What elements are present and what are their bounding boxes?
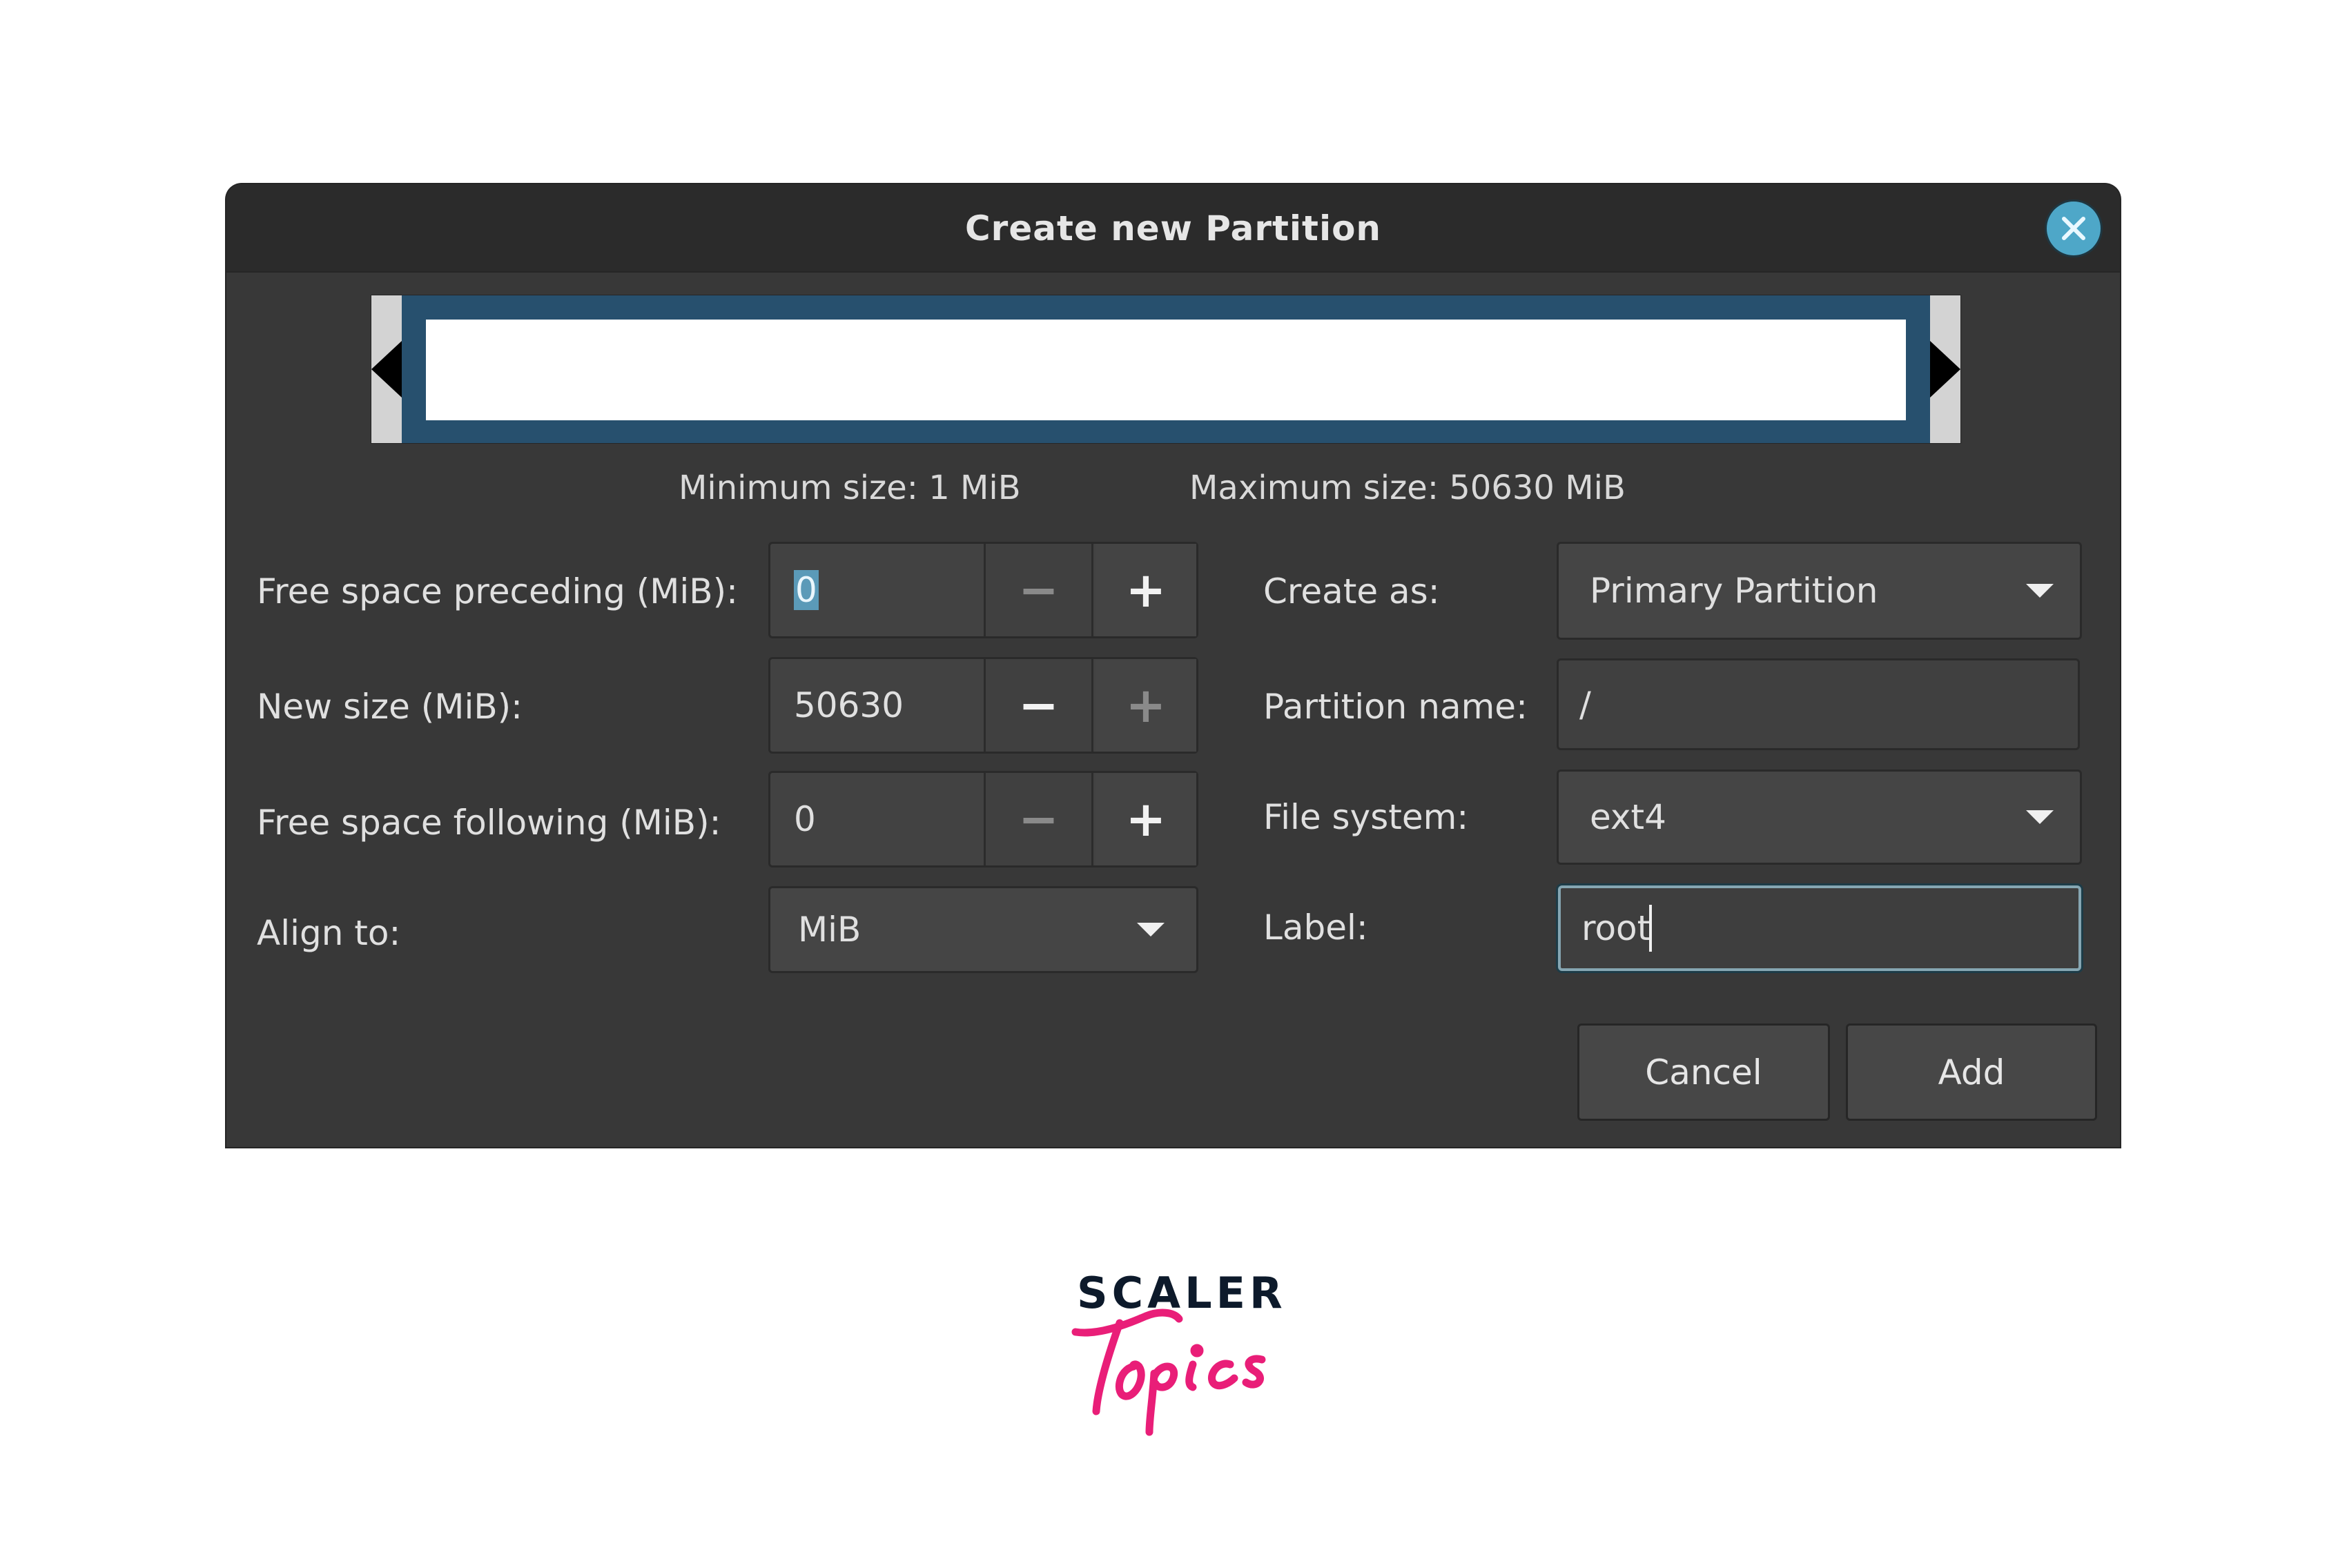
minimum-size-text: Minimum size: 1 MiB bbox=[679, 469, 1021, 507]
chevron-down-icon bbox=[2026, 584, 2054, 598]
new-size-increment-button[interactable]: + bbox=[1095, 659, 1196, 752]
logo-stroke-c bbox=[1208, 1360, 1238, 1390]
logo-stroke-p-bowl bbox=[1150, 1362, 1178, 1391]
topics-logo-script bbox=[1071, 1309, 1266, 1436]
close-button[interactable] bbox=[2047, 202, 2101, 255]
dialog-title: Create new Partition bbox=[964, 208, 1382, 248]
align-to-label: Align to: bbox=[257, 913, 401, 953]
new-size-label: New size (MiB): bbox=[257, 687, 523, 727]
chevron-down-icon bbox=[1137, 923, 1165, 937]
file-system-label: File system: bbox=[1263, 797, 1469, 837]
logo-stroke-t-stem bbox=[1092, 1319, 1124, 1415]
partition-name-value: / bbox=[1579, 684, 1591, 725]
maximum-size-text: Maximum size: 50630 MiB bbox=[1189, 469, 1626, 507]
free-space-preceding-value: 0 bbox=[794, 570, 819, 610]
arrow-right-icon bbox=[1930, 341, 1960, 398]
free-space-preceding-label: Free space preceding (MiB): bbox=[257, 571, 738, 611]
free-space-preceding-input[interactable]: 0 bbox=[770, 544, 986, 636]
create-as-value: Primary Partition bbox=[1590, 571, 1878, 611]
create-as-dropdown[interactable]: Primary Partition bbox=[1557, 542, 2082, 640]
free-space-following-decrement-button[interactable]: − bbox=[986, 773, 1093, 865]
partition-name-input[interactable]: / bbox=[1557, 658, 2080, 750]
logo-stroke-o bbox=[1116, 1360, 1145, 1400]
free-space-preceding-spinner: 0 − + bbox=[768, 542, 1198, 638]
free-space-following-increment-button[interactable]: + bbox=[1095, 773, 1196, 865]
resize-left-handle[interactable] bbox=[371, 295, 402, 443]
align-to-value: MiB bbox=[798, 910, 861, 950]
new-size-spinner: 50630 − + bbox=[768, 657, 1198, 754]
fs-label-input[interactable]: root bbox=[1558, 885, 2081, 971]
free-space-preceding-decrement-button[interactable]: − bbox=[986, 544, 1093, 636]
add-button[interactable]: Add bbox=[1846, 1023, 2097, 1121]
logo-stroke-t-bar bbox=[1071, 1309, 1183, 1337]
logo-stroke-s bbox=[1242, 1355, 1266, 1389]
resize-right-handle[interactable] bbox=[1930, 295, 1960, 443]
chevron-down-icon bbox=[2026, 810, 2054, 824]
new-size-decrement-button[interactable]: − bbox=[986, 659, 1093, 752]
create-partition-dialog: Create new Partition Minimum size: 1 MiB… bbox=[226, 184, 2120, 1147]
free-space-preceding-increment-button[interactable]: + bbox=[1095, 544, 1196, 636]
create-as-label: Create as: bbox=[1263, 571, 1440, 611]
logo-stroke-i bbox=[1185, 1360, 1197, 1391]
free-space-following-spinner: 0 − + bbox=[768, 771, 1198, 868]
align-to-dropdown[interactable]: MiB bbox=[768, 886, 1198, 973]
arrow-left-icon bbox=[371, 341, 402, 398]
partition-resize-bar[interactable] bbox=[371, 295, 1961, 444]
new-size-input[interactable]: 50630 bbox=[770, 659, 986, 752]
file-system-value: ext4 bbox=[1590, 797, 1666, 837]
free-space-following-label: Free space following (MiB): bbox=[257, 803, 721, 843]
free-space-following-value: 0 bbox=[794, 799, 816, 839]
cancel-button[interactable]: Cancel bbox=[1577, 1023, 1830, 1121]
partition-block[interactable] bbox=[402, 295, 1930, 443]
close-icon bbox=[2062, 217, 2085, 240]
free-space-following-input[interactable]: 0 bbox=[770, 773, 986, 865]
logo-stroke-i-dot bbox=[1190, 1344, 1204, 1358]
fs-label-value: root bbox=[1581, 908, 1651, 948]
fs-label-label: Label: bbox=[1263, 908, 1368, 948]
file-system-dropdown[interactable]: ext4 bbox=[1557, 770, 2082, 865]
text-caret bbox=[1649, 905, 1653, 952]
partition-name-label: Partition name: bbox=[1263, 687, 1528, 727]
new-size-value: 50630 bbox=[794, 685, 904, 725]
partition-used-area bbox=[426, 320, 1906, 420]
